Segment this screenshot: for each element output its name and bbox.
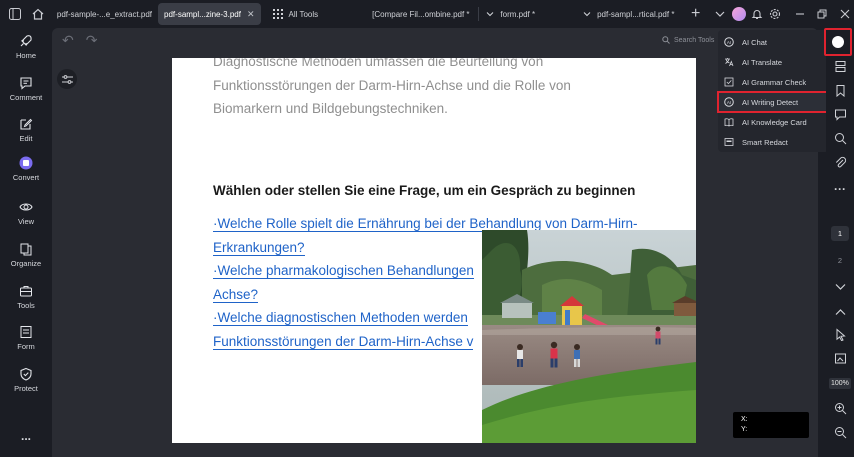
eye-icon <box>19 203 33 211</box>
shield-icon <box>20 367 32 381</box>
minimize-icon[interactable] <box>791 3 809 25</box>
translate-icon <box>725 58 734 67</box>
ai-chat-icon: AI <box>724 37 734 47</box>
form-icon <box>20 326 32 338</box>
undo-icon[interactable]: ↶ <box>62 32 74 49</box>
close-tab-icon[interactable]: ✕ <box>247 9 255 20</box>
comment-icon <box>20 77 32 90</box>
right-sidebar: ··· 1 2 <box>826 28 854 457</box>
search-tools[interactable]: Search Tools <box>662 36 714 44</box>
suggested-question-link[interactable]: Achse? <box>213 283 259 307</box>
ai-tools-menu: AI AI Chat AI Translate AI Grammar Check… <box>717 30 830 152</box>
suggested-question-link[interactable]: Funktionsstörungen der Darm-Hirn-Achse v <box>213 330 474 354</box>
comments-panel-icon[interactable] <box>826 108 854 121</box>
toolbox-icon <box>20 286 32 297</box>
chevron-down-icon[interactable] <box>826 280 854 293</box>
thumbnails-icon[interactable] <box>826 60 854 73</box>
convert-icon <box>19 156 33 170</box>
tab-1[interactable]: pdf-sampl...zine-3.pdf ✕ <box>158 3 261 25</box>
zoom-in-icon[interactable] <box>826 402 854 415</box>
bell-icon[interactable] <box>748 3 766 25</box>
filter-button[interactable] <box>57 69 77 89</box>
sidebar-more-button[interactable]: ... <box>0 426 52 443</box>
redact-icon <box>724 138 734 146</box>
sidebar-item-edit[interactable]: Edit <box>0 117 52 143</box>
sidebar-item-tools[interactable]: Tools <box>0 284 52 310</box>
svg-text:AI: AI <box>727 40 731 45</box>
tab-0[interactable]: pdf-sample-...e_extract.pdf <box>51 3 158 25</box>
gear-icon[interactable] <box>766 3 784 25</box>
redo-icon[interactable]: ↷ <box>86 32 98 49</box>
tab-3[interactable]: [Compare Fil...ombine.pdf * <box>366 3 475 25</box>
tab-all-tools[interactable]: All Tools <box>267 3 325 25</box>
top-bar: pdf-sample-...e_extract.pdf pdf-sampl...… <box>0 0 854 28</box>
ai-assistant-button[interactable] <box>824 28 852 56</box>
paragraph-line: Diagnostische Methoden umfassen die Beur… <box>213 58 544 69</box>
cursor-select-icon[interactable] <box>826 328 854 341</box>
sidebar-item-comment[interactable]: Comment <box>0 76 52 102</box>
search-panel-icon[interactable] <box>826 132 854 145</box>
grammar-check-icon <box>724 77 734 87</box>
cursor-coordinates: X: Y: <box>733 412 809 438</box>
ai-robot-icon <box>832 36 844 48</box>
tab-divider <box>477 7 479 21</box>
menu-item-ai-grammar-check[interactable]: AI Grammar Check <box>718 72 829 92</box>
menu-item-ai-chat[interactable]: AI AI Chat <box>718 32 829 52</box>
suggested-question-link[interactable]: ·Welche diagnostischen Methoden werden <box>213 306 468 330</box>
menu-item-ai-writing-detect[interactable]: AI AI Writing Detect <box>717 91 830 113</box>
history-controls: ↶ ↷ <box>62 32 97 49</box>
writing-detect-icon: AI <box>724 97 734 107</box>
tab-4[interactable]: form.pdf * <box>480 3 541 25</box>
page-number-current[interactable]: 1 <box>831 226 849 241</box>
fit-page-icon[interactable] <box>826 352 854 365</box>
organize-icon <box>20 243 32 256</box>
add-tab-icon[interactable]: + <box>686 3 704 25</box>
rocket-icon <box>20 35 32 47</box>
sidebar-item-protect[interactable]: Protect <box>0 367 52 393</box>
search-icon <box>662 36 670 44</box>
page-number-next[interactable]: 2 <box>831 256 849 265</box>
bookmark-icon[interactable] <box>826 84 854 97</box>
knowledge-card-icon <box>724 118 734 127</box>
sidebar-item-view[interactable]: View <box>0 200 52 226</box>
question-heading: Wählen oder stellen Sie eine Frage, um e… <box>213 183 636 198</box>
zoom-out-icon[interactable] <box>826 426 854 439</box>
menu-item-ai-translate[interactable]: AI Translate <box>718 52 829 72</box>
sidebar-item-form[interactable]: Form <box>0 325 52 351</box>
tab-5[interactable]: pdf-sampl...rtical.pdf * <box>577 3 680 25</box>
menu-item-smart-redact[interactable]: Smart Redact <box>718 132 829 152</box>
suggested-question-link[interactable]: ·Welche pharmakologischen Behandlungen <box>213 259 474 283</box>
suggested-question-link[interactable]: Erkrankungen? <box>213 236 305 260</box>
sidebar-item-convert[interactable]: Convert <box>0 156 52 182</box>
more-options-icon[interactable]: ··· <box>826 182 854 196</box>
chevron-down-icon <box>583 12 591 17</box>
avatar[interactable] <box>729 3 747 25</box>
grid-icon <box>272 9 283 19</box>
attachment-icon[interactable] <box>826 156 854 169</box>
chevron-up-icon[interactable] <box>826 306 854 319</box>
sliders-icon <box>61 74 73 84</box>
sidebar-item-organize[interactable]: Organize <box>0 242 52 268</box>
document-area: ↶ ↷ Search Tools Diagnostische Methoden … <box>52 28 818 457</box>
menu-item-ai-knowledge-card[interactable]: AI Knowledge Card <box>718 112 829 132</box>
zoom-level[interactable]: 100% <box>829 378 851 389</box>
chevron-down-icon <box>487 12 494 17</box>
paragraph-line: Funktionsstörungen der Darm-Hirn-Achse u… <box>213 77 571 93</box>
playground-photo <box>482 230 696 443</box>
pdf-page: Diagnostische Methoden umfassen die Beur… <box>172 58 696 443</box>
paragraph-line: Biomarkern und Bildgebungstechniken. <box>213 101 448 116</box>
home-icon[interactable] <box>28 3 46 25</box>
left-sidebar: Home Comment Edit Convert View Organize … <box>0 28 52 457</box>
restore-icon[interactable] <box>813 3 831 25</box>
svg-text:AI: AI <box>727 100 731 105</box>
panel-toggle-icon[interactable] <box>6 3 24 25</box>
tabs-dropdown-icon[interactable] <box>711 3 729 25</box>
sidebar-item-home[interactable]: Home <box>0 34 52 60</box>
close-window-icon[interactable] <box>836 3 854 25</box>
edit-icon <box>20 118 33 130</box>
